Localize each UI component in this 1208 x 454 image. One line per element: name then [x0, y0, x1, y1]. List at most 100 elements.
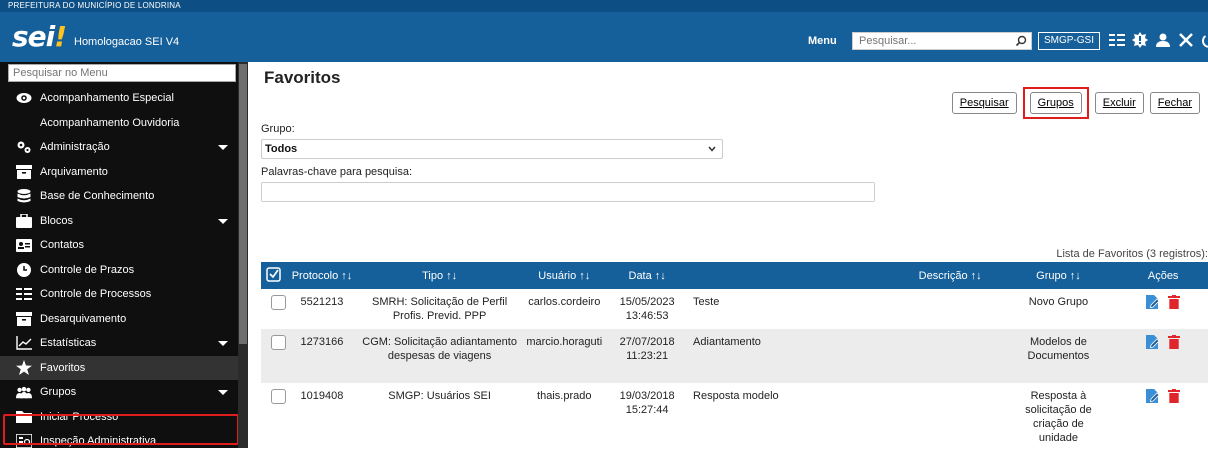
cell-tipo: SMRH: Solicitação de Perfil Profis. Prev…	[357, 289, 522, 329]
trash-icon[interactable]	[1168, 295, 1181, 309]
database-icon	[16, 189, 32, 203]
delete-button[interactable]: Excluir	[1094, 92, 1144, 114]
sort-arrows-icon[interactable]: ↑↓	[579, 270, 590, 282]
groups-button[interactable]: Grupos	[1029, 92, 1082, 114]
unarchive-icon	[16, 311, 32, 326]
keywords-label: Palavras-chave para pesquisa:	[261, 166, 413, 178]
cell-tipo: CGM: Solicitação adiantamento despesas d…	[357, 329, 522, 383]
sidebar-item-acompanhamento-ouvidoria[interactable]: Acompanhamento Ouvidoria	[0, 111, 238, 136]
row-checkbox[interactable]	[271, 389, 286, 404]
sort-arrows-icon[interactable]: ↑↓	[341, 270, 352, 282]
keywords-field	[261, 182, 875, 202]
system-name: Homologacao SEI V4	[74, 36, 180, 48]
col-protocolo[interactable]: Protocolo ↑↓	[286, 262, 358, 289]
col-grupo[interactable]: Grupo ↑↓	[1000, 262, 1118, 289]
cell-descricao: Resposta modelo	[687, 383, 1000, 453]
group-select[interactable]: Todos	[261, 139, 723, 159]
edit-favorite-icon[interactable]	[1146, 335, 1160, 349]
sidebar-item-label: Estatísticas	[40, 337, 97, 350]
chevron-down-icon	[218, 145, 228, 150]
sei-logo[interactable]: sei!	[12, 22, 67, 52]
top-header: PREFEITURA DO MUNICÍPIO DE LONDRINA sei!…	[0, 0, 1208, 62]
edit-favorite-icon[interactable]	[1146, 389, 1160, 403]
sidebar-item-label: Base de Conhecimento	[40, 190, 155, 203]
notices-icon[interactable]	[1131, 31, 1148, 48]
sidebar-item-label: Controle de Prazos	[40, 263, 135, 276]
keywords-input[interactable]	[262, 183, 874, 201]
scrollbar-thumb[interactable]	[239, 64, 247, 344]
cell-descricao: Adiantamento	[687, 329, 1000, 383]
tools-icon[interactable]	[1177, 31, 1194, 48]
sidebar-item-desarquivamento[interactable]: Desarquivamento	[0, 307, 238, 332]
sidebar-item-favoritos[interactable]: Favoritos	[0, 355, 238, 380]
cell-data: 19/03/2018 15:27:44	[607, 383, 688, 453]
cell-data: 15/05/2023 13:46:53	[607, 289, 688, 329]
global-search	[852, 32, 1032, 50]
trash-icon[interactable]	[1168, 389, 1181, 403]
gears-icon	[16, 140, 32, 154]
trash-icon[interactable]	[1168, 335, 1181, 349]
sidebar-item-base-conhecimento[interactable]: Base de Conhecimento	[0, 184, 238, 209]
check-all-icon[interactable]	[266, 266, 281, 282]
sidebar-item-administracao[interactable]: Administração	[0, 135, 238, 160]
row-checkbox[interactable]	[271, 295, 286, 310]
power-icon[interactable]	[1200, 31, 1208, 48]
list-icon	[16, 287, 32, 301]
row-checkbox-cell	[261, 289, 286, 329]
cell-protocolo[interactable]: 1273166	[286, 329, 358, 383]
sort-arrows-icon[interactable]: ↑↓	[446, 270, 457, 282]
select-all-header[interactable]	[261, 262, 286, 289]
sidebar-item-label: Acompanhamento Especial	[40, 92, 174, 105]
edit-favorite-icon[interactable]	[1146, 295, 1160, 309]
col-tipo[interactable]: Tipo ↑↓	[358, 262, 521, 289]
col-data[interactable]: Data ↑↓	[607, 262, 687, 289]
sidebar-item-estatisticas[interactable]: Estatísticas	[0, 331, 238, 356]
cell-usuario: carlos.cordeiro	[521, 289, 608, 329]
users-icon	[16, 385, 32, 399]
menu-toggle-link[interactable]: Menu	[808, 35, 837, 47]
sidebar-item-label: Acompanhamento Ouvidoria	[40, 116, 180, 129]
chevron-down-icon	[218, 390, 228, 395]
sidebar-item-grupos[interactable]: Grupos	[0, 380, 238, 405]
favoritos-highlight-box	[3, 414, 239, 445]
unit-selector[interactable]: SMGP-GSI	[1038, 32, 1101, 50]
list-caption: Lista de Favoritos (3 registros):	[1056, 248, 1208, 260]
global-search-input[interactable]	[853, 33, 1003, 49]
chart-line-icon	[16, 336, 32, 350]
sidebar-item-controle-processos[interactable]: Controle de Processos	[0, 282, 238, 307]
sidebar-item-contatos[interactable]: Contatos	[0, 233, 238, 258]
menu-search-input[interactable]	[9, 65, 235, 81]
group-label: Grupo:	[261, 123, 295, 135]
sidebar-item-arquivamento[interactable]: Arquivamento	[0, 160, 238, 185]
star-icon	[16, 360, 32, 376]
sidebar-scrollbar[interactable]	[238, 62, 248, 448]
cell-acoes	[1117, 383, 1208, 453]
sidebar-item-acompanhamento-especial[interactable]: Acompanhamento Especial	[0, 86, 238, 111]
col-label: Grupo	[1036, 269, 1067, 282]
sidebar-item-label: Contatos	[40, 239, 85, 252]
search-button[interactable]: Pesquisar	[951, 92, 1017, 114]
search-icon[interactable]	[1015, 35, 1027, 47]
col-usuario[interactable]: Usuário ↑↓	[521, 262, 607, 289]
table-row: 1273166 CGM: Solicitação adiantamento de…	[261, 329, 1208, 383]
cell-grupo: Resposta à solicitação de criação de uni…	[999, 383, 1118, 453]
cell-protocolo[interactable]: 5521213	[286, 289, 358, 329]
user-icon[interactable]	[1154, 31, 1171, 48]
sort-arrows-icon[interactable]: ↑↓	[971, 270, 982, 282]
close-button[interactable]: Fechar	[1149, 92, 1200, 114]
cell-tipo: SMGP: Usuários SEI	[357, 383, 522, 453]
group-select-value: Todos	[265, 143, 298, 155]
cell-protocolo[interactable]: 1019408	[286, 383, 358, 453]
sort-arrows-icon[interactable]: ↑↓	[655, 270, 666, 282]
org-name: PREFEITURA DO MUNICÍPIO DE LONDRINA	[0, 0, 1208, 12]
sort-arrows-icon[interactable]: ↑↓	[1070, 270, 1081, 282]
control-panel-icon[interactable]	[1108, 31, 1125, 48]
col-descricao[interactable]: Descrição ↑↓	[687, 262, 1000, 289]
cell-grupo: Modelos de Documentos	[999, 329, 1118, 383]
menu-search	[8, 64, 236, 82]
archive-icon	[16, 164, 32, 179]
favorites-table: Protocolo ↑↓ Tipo ↑↓ Usuário ↑↓ Data ↑↓ Desc…	[261, 262, 1208, 453]
row-checkbox[interactable]	[271, 335, 286, 350]
sidebar-item-controle-prazos[interactable]: Controle de Prazos	[0, 258, 238, 283]
sidebar-item-blocos[interactable]: Blocos	[0, 209, 238, 234]
